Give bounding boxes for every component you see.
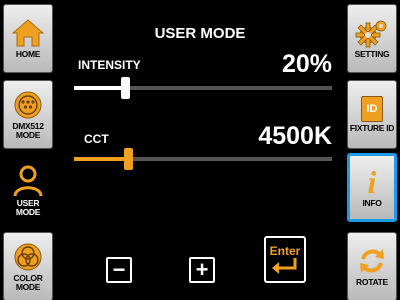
home-icon bbox=[11, 19, 45, 47]
id-card-icon-text: ID bbox=[366, 103, 378, 115]
cct-value: 4500K bbox=[258, 122, 332, 150]
increase-button[interactable]: + bbox=[189, 257, 215, 283]
rotate-icon bbox=[360, 249, 384, 273]
intensity-slider-fill bbox=[74, 86, 126, 90]
cct-label: CCT bbox=[84, 132, 109, 146]
info-icon: i bbox=[367, 164, 377, 200]
fixture-id-label: FIXTURE ID bbox=[349, 123, 395, 133]
dmx512-mode-label: DMX512 MODE bbox=[12, 120, 44, 140]
dmx-icon bbox=[14, 91, 42, 118]
right-menu: SETTING ID FIXTURE ID i INFO ROTATE bbox=[344, 0, 400, 300]
enter-button[interactable]: Enter bbox=[264, 236, 306, 283]
setting-label: SETTING bbox=[354, 49, 390, 59]
cct-slider-handle[interactable] bbox=[123, 148, 133, 170]
setting-button[interactable]: SETTING bbox=[347, 4, 397, 73]
gear-icon bbox=[355, 20, 387, 48]
intensity-slider[interactable] bbox=[74, 77, 332, 99]
home-button[interactable]: HOME bbox=[3, 4, 53, 73]
info-icon-glyph: i bbox=[367, 164, 377, 200]
enter-arrow-icon bbox=[272, 257, 297, 274]
dmx512-mode-button[interactable]: DMX512 MODE bbox=[3, 80, 53, 149]
color-mode-button[interactable]: COLOR MODE bbox=[3, 232, 53, 300]
user-mode-panel: USER MODE INTENSITY 20% CCT 4500K − + En… bbox=[56, 0, 344, 300]
intensity-label: INTENSITY bbox=[78, 58, 141, 72]
intensity-value: 20% bbox=[281, 50, 332, 78]
decrease-button[interactable]: − bbox=[106, 257, 132, 283]
user-mode-label: USER MODE bbox=[15, 197, 41, 217]
left-menu: HOME DMX512 MODE USER MODE COLOR MODE bbox=[0, 0, 56, 300]
page-title: USER MODE bbox=[154, 25, 246, 42]
fixture-id-button[interactable]: ID FIXTURE ID bbox=[347, 80, 397, 149]
info-button[interactable]: i INFO bbox=[347, 153, 397, 222]
id-card-icon: ID bbox=[361, 96, 383, 122]
rotate-label: ROTATE bbox=[356, 277, 388, 287]
enter-label: Enter bbox=[269, 243, 301, 258]
home-label: HOME bbox=[15, 49, 41, 59]
user-mode-button[interactable]: USER MODE bbox=[3, 156, 53, 225]
cct-slider[interactable] bbox=[74, 148, 332, 170]
color-wheel-icon bbox=[14, 243, 42, 270]
intensity-slider-handle[interactable] bbox=[121, 77, 131, 99]
color-mode-label: COLOR MODE bbox=[13, 272, 43, 292]
cct-slider-fill bbox=[74, 157, 129, 161]
info-label: INFO bbox=[362, 198, 382, 208]
user-icon bbox=[13, 165, 43, 196]
rotate-button[interactable]: ROTATE bbox=[347, 232, 397, 300]
